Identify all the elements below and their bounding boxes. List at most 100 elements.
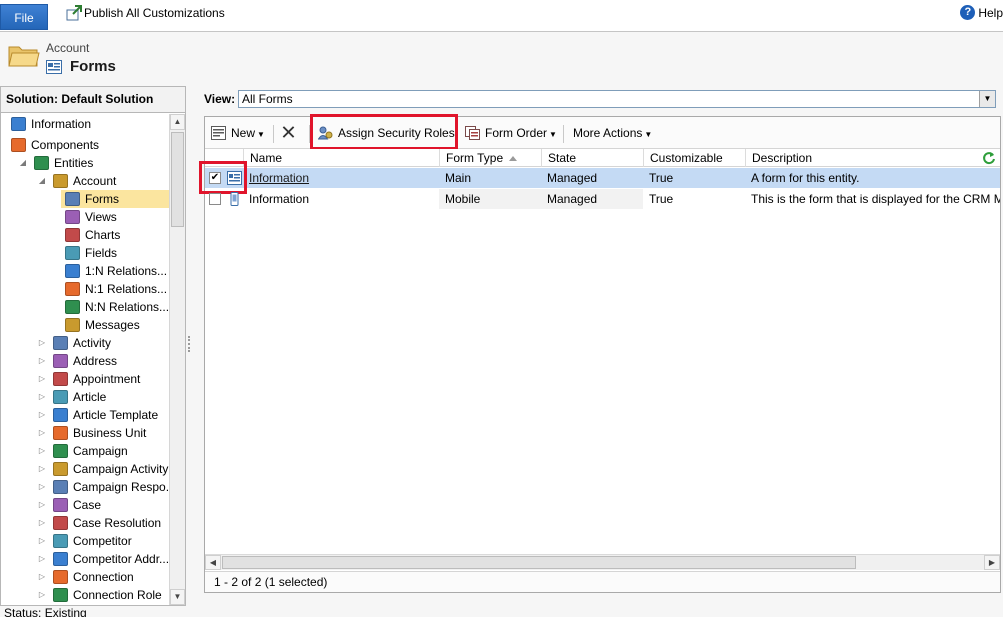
sidebar-item-charts[interactable]: Charts — [65, 226, 169, 244]
folder-icon — [8, 46, 40, 67]
grid-record-count: 1 - 2 of 2 (1 selected) — [205, 571, 1000, 592]
form-name-link[interactable]: Information — [249, 171, 309, 185]
sidebar-item-entities[interactable]: ◢ Entities — [20, 154, 169, 172]
grid-header: Name Form Type State Customizable Descri… — [205, 149, 1000, 167]
tree-expander-icon[interactable]: ◢ — [18, 154, 28, 172]
tree-expander-icon[interactable]: ▷ — [37, 352, 47, 370]
tree-vertical-scrollbar[interactable]: ▲ ▼ — [169, 114, 185, 605]
help-button[interactable]: ? Help — [960, 5, 1003, 21]
state-cell: Managed — [541, 189, 643, 209]
column-header-state[interactable]: State — [541, 149, 643, 167]
row-checkbox[interactable]: ✔ — [209, 172, 221, 184]
tree-expander-icon[interactable]: ▷ — [37, 496, 47, 514]
sidebar-item-n-n-relations[interactable]: N:N Relations... — [65, 298, 169, 316]
tree-expander-icon[interactable]: ▷ — [37, 478, 47, 496]
column-header-name[interactable]: Name — [243, 149, 439, 167]
scroll-up-arrow-icon[interactable]: ▲ — [170, 114, 185, 130]
folder-icon — [53, 174, 68, 188]
tree-expander-icon[interactable]: ▷ — [37, 334, 47, 352]
assign-security-roles-button[interactable]: Assign Security Roles — [318, 123, 455, 143]
pane-splitter[interactable] — [186, 86, 192, 606]
sidebar-item-connection-role[interactable]: ▷ Connection Role — [39, 586, 169, 604]
table-row[interactable]: Information Mobile Managed True This is … — [205, 189, 1000, 209]
column-header-form-type-label: Form Type — [446, 151, 504, 165]
toolbar-divider — [563, 125, 564, 143]
table-row[interactable]: ✔ Information Main Managed True A form f… — [205, 168, 1000, 188]
customizable-cell: True — [649, 192, 674, 206]
tree-scroll-thumb[interactable] — [171, 132, 184, 227]
tree-expander-icon[interactable]: ▷ — [37, 442, 47, 460]
delete-button[interactable] — [281, 123, 301, 143]
new-button[interactable]: New ▼ — [211, 123, 267, 143]
new-label: New — [231, 126, 256, 140]
sidebar-item-address[interactable]: ▷ Address — [39, 352, 169, 370]
publish-all-button[interactable]: Publish All Customizations — [64, 3, 225, 23]
sidebar-item-information[interactable]: Information — [11, 115, 169, 133]
refresh-icon[interactable] — [982, 151, 996, 165]
sidebar-item-activity[interactable]: ▷ Activity — [39, 334, 169, 352]
column-header-description[interactable]: Description — [745, 149, 975, 167]
tree-expander-icon[interactable]: ▷ — [37, 568, 47, 586]
sidebar-item-account[interactable]: ◢ Account — [39, 172, 169, 190]
sidebar-item-article[interactable]: ▷ Article — [39, 388, 169, 406]
sidebar-item-case[interactable]: ▷ Case — [39, 496, 169, 514]
view-select[interactable]: All Forms ▼ — [238, 90, 996, 108]
sidebar-item-competitor[interactable]: ▷ Competitor — [39, 532, 169, 550]
form-order-button[interactable]: Form Order ▼ — [465, 123, 557, 143]
sidebar-item-campaign-activity[interactable]: ▷ Campaign Activity — [39, 460, 169, 478]
solution-title: Solution: Default Solution — [1, 87, 185, 113]
tree-expander-icon[interactable]: ▷ — [37, 532, 47, 550]
information-icon — [11, 117, 26, 131]
sidebar-item-business-unit[interactable]: ▷ Business Unit — [39, 424, 169, 442]
sidebar-item-forms[interactable]: Forms — [61, 190, 169, 208]
sidebar-item-label: Entities — [54, 156, 94, 170]
sidebar-item-case-resolution[interactable]: ▷ Case Resolution — [39, 514, 169, 532]
sidebar-item-label: Information — [31, 117, 92, 131]
column-header-customizable[interactable]: Customizable — [643, 149, 745, 167]
sidebar-item-components[interactable]: Components — [11, 136, 169, 154]
tree-expander-icon[interactable]: ▷ — [37, 424, 47, 442]
scroll-left-arrow-icon[interactable]: ◀ — [205, 555, 221, 570]
tree-expander-icon[interactable]: ◢ — [37, 172, 47, 190]
tree-expander-icon[interactable]: ▷ — [37, 370, 47, 388]
scroll-down-arrow-icon[interactable]: ▼ — [170, 589, 185, 605]
grid-horizontal-scrollbar[interactable]: ◀ ▶ — [205, 554, 1000, 570]
tree-expander-icon[interactable]: ▷ — [37, 586, 47, 604]
sidebar-item-1-n-relations[interactable]: 1:N Relations... — [65, 262, 169, 280]
sidebar-item-campaign[interactable]: ▷ Campaign — [39, 442, 169, 460]
relationship-icon — [65, 300, 80, 314]
grid-scroll-thumb[interactable] — [222, 556, 856, 569]
more-actions-button[interactable]: More Actions ▼ — [573, 123, 663, 143]
tree-expander-icon[interactable]: ▷ — [37, 460, 47, 478]
tree-expander-icon[interactable]: ▷ — [37, 550, 47, 568]
sidebar-item-appointment[interactable]: ▷ Appointment — [39, 370, 169, 388]
row-checkbox[interactable] — [209, 193, 221, 205]
sidebar-item-article-template[interactable]: ▷ Article Template — [39, 406, 169, 424]
tree-expander-icon[interactable]: ▷ — [37, 514, 47, 532]
sidebar-item-campaign-respo[interactable]: ▷ Campaign Respo... — [39, 478, 169, 496]
file-button[interactable]: File — [0, 4, 48, 30]
view-label: View: — [204, 92, 236, 106]
campaign-activity-icon — [53, 462, 68, 476]
tree-expander-icon[interactable]: ▷ — [37, 406, 47, 424]
sidebar-item-label: Connection Role — [73, 588, 162, 602]
status-bar: Status: Existing — [0, 607, 1003, 617]
column-header-form-type[interactable]: Form Type — [439, 149, 541, 167]
sidebar-item-label: Competitor Addr... — [73, 552, 169, 566]
column-header-description-label: Description — [752, 151, 813, 165]
sidebar-item-n-1-relations[interactable]: N:1 Relations... — [65, 280, 169, 298]
sidebar-item-messages[interactable]: Messages — [65, 316, 169, 334]
sidebar-item-competitor-addr[interactable]: ▷ Competitor Addr... — [39, 550, 169, 568]
case-resolution-icon — [53, 516, 68, 530]
chevron-down-icon[interactable]: ▼ — [979, 91, 995, 107]
sidebar-item-label: Account — [73, 174, 117, 188]
competitor-icon — [53, 534, 68, 548]
sidebar-item-connection[interactable]: ▷ Connection — [39, 568, 169, 586]
sidebar-item-views[interactable]: Views — [65, 208, 169, 226]
tree-expander-icon[interactable]: ▷ — [37, 388, 47, 406]
sidebar-item-label: Case — [73, 498, 102, 512]
mobile-form-icon — [230, 192, 239, 206]
sidebar-item-label: Fields — [85, 246, 118, 260]
sidebar-item-fields[interactable]: Fields — [65, 244, 169, 262]
scroll-right-arrow-icon[interactable]: ▶ — [984, 555, 1000, 570]
